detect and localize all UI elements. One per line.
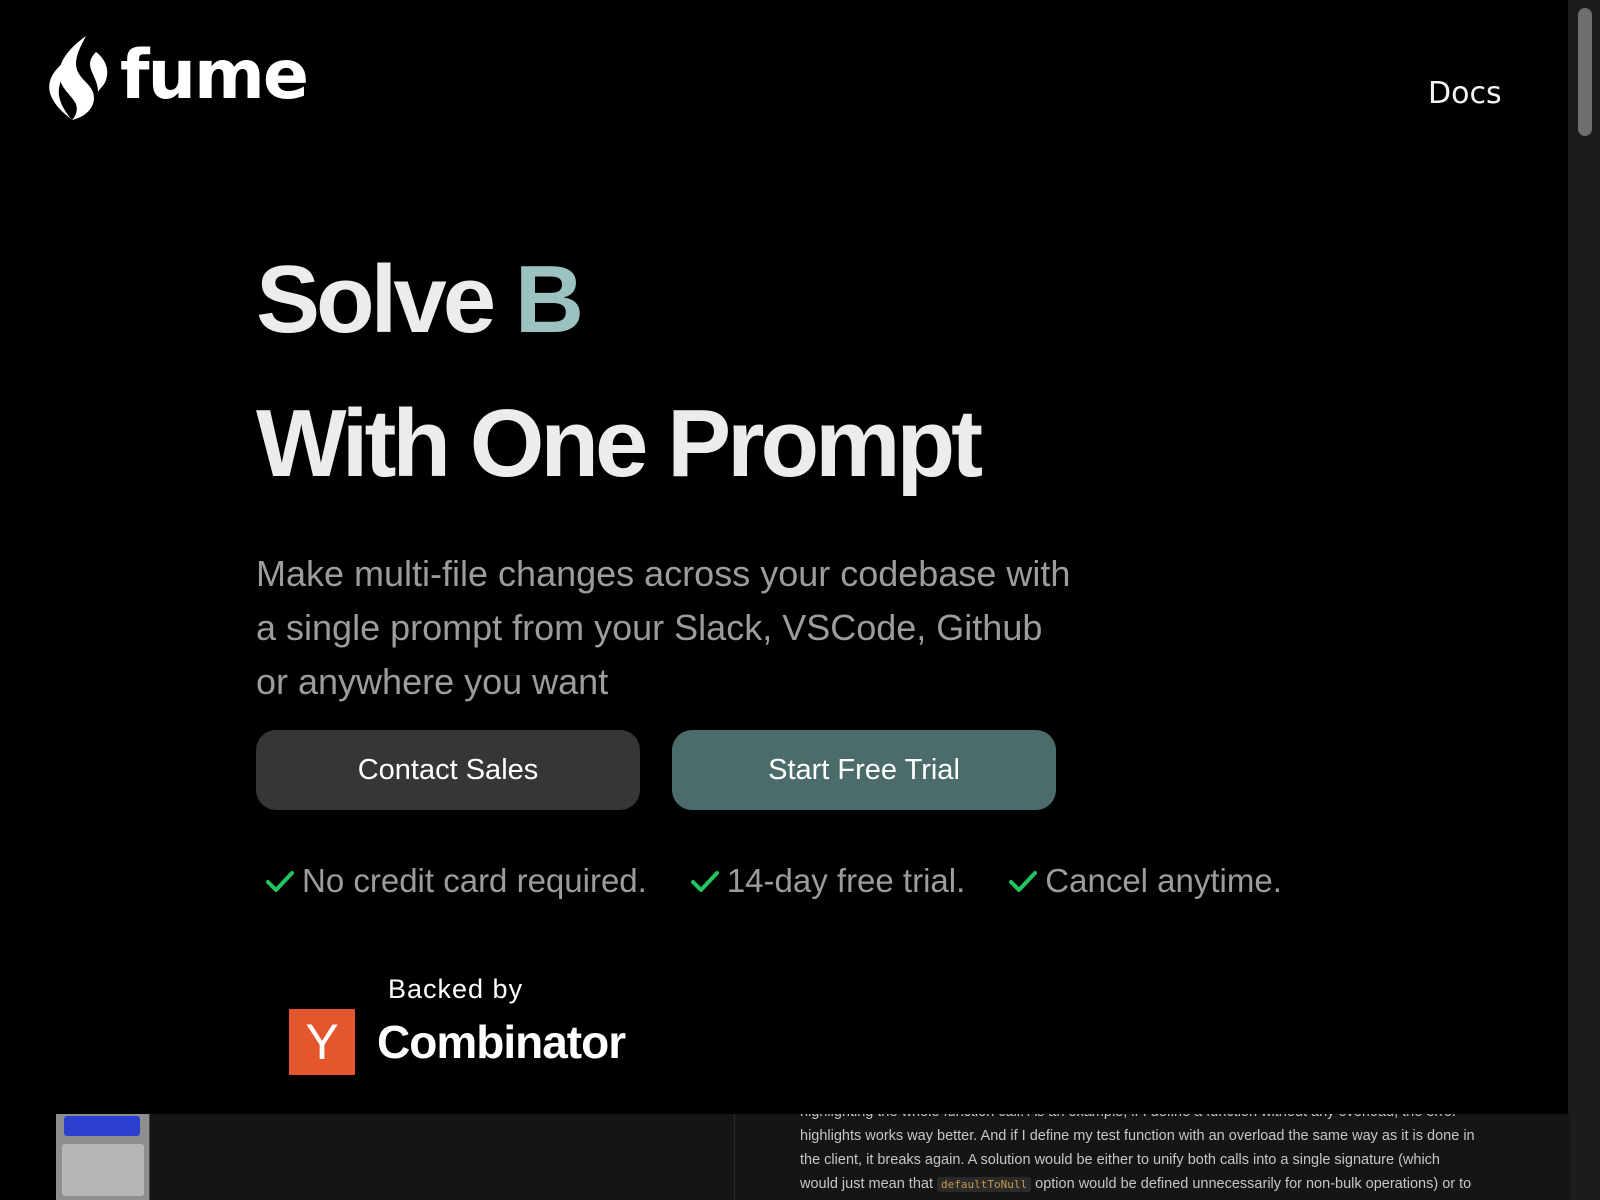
thumbnail-card [62,1144,144,1196]
backed-by-label: Backed by [388,974,524,1004]
landing-page: fume Docs Solve B With One Prompt Make m… [0,0,1600,1200]
thumbnail-header-bar [64,1116,140,1136]
hero: Solve B With One Prompt Make multi-file … [256,235,1356,745]
yc-logo: Y Combinator [289,1009,626,1075]
headline-line-2: With One Prompt [256,390,983,497]
feature-item: 14-day free trial. [689,862,965,900]
feature-list: No credit card required. 14-day free tri… [264,862,1324,900]
yc-name: Combinator [377,1016,626,1068]
feature-item: No credit card required. [264,862,647,900]
start-free-trial-button[interactable]: Start Free Trial [672,730,1056,810]
demo-line-end: option would be defined unnecessarily fo… [1031,1176,1472,1192]
check-icon [1009,871,1038,892]
demo-divider [734,1114,735,1200]
demo-line-start: would just mean that [800,1176,938,1192]
feature-label: 14-day free trial. [726,862,966,899]
yc-letter-box: Y [289,1009,355,1075]
hero-subtitle: Make multi-file changes across your code… [256,553,1071,702]
demo-preview: highlighting the whole function call. As… [56,1114,1570,1200]
flame-icon [49,36,108,120]
headline-line-1: Solve B [256,235,1356,365]
demo-line: would just mean that defaultToNull optio… [800,1172,1560,1197]
feature-label: No credit card required. [302,862,647,899]
header: fume Docs [0,0,1568,180]
demo-thumbnail [56,1114,150,1200]
feature-item: Cancel anytime. [1007,862,1282,900]
code-chip: defaultToNull [937,1177,1032,1192]
cta-buttons: Contact Sales Start Free Trial [256,730,1056,810]
scrollbar-thumb[interactable] [1578,8,1592,136]
check-icon [266,871,294,892]
demo-line: highlights works way better. And if I de… [800,1128,1475,1144]
demo-issue-text: highlighting the whole function call. As… [800,1114,1560,1197]
demo-line: the client, it breaks again. A solution … [800,1152,1440,1168]
headline-accent: B [514,246,584,353]
logo[interactable]: fume [46,34,309,120]
feature-label: Cancel anytime. [1045,862,1282,899]
logo-text: fume [120,35,309,115]
docs-link[interactable]: Docs [1428,76,1502,111]
demo-line: highlighting the whole function call. As… [800,1114,1560,1124]
check-icon [690,871,719,892]
scrollbar[interactable] [1568,0,1600,1200]
headline-prefix: Solve [256,246,515,353]
contact-sales-button[interactable]: Contact Sales [256,730,640,810]
